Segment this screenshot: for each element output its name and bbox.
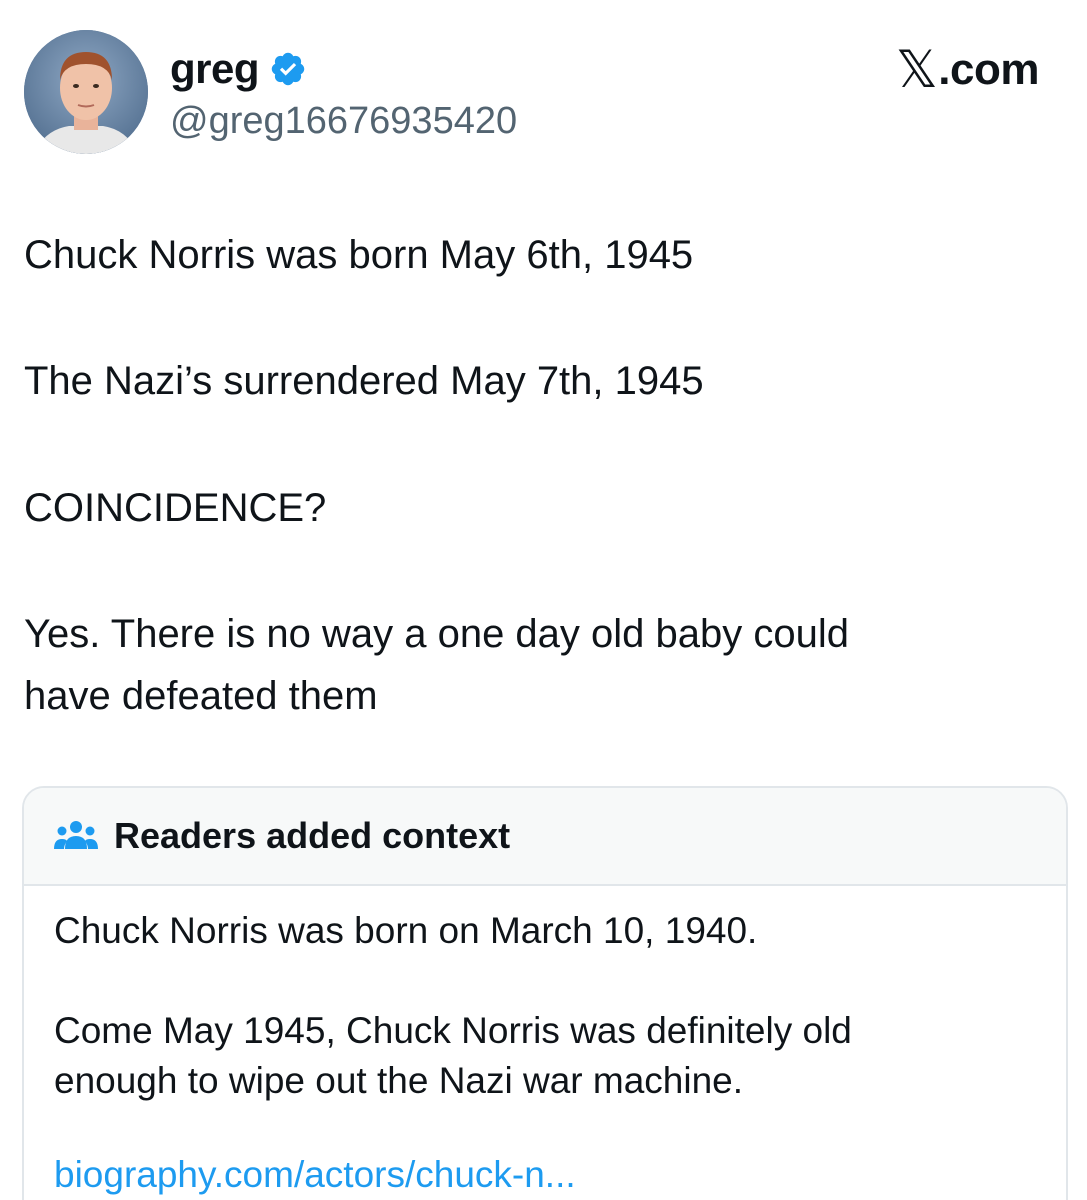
tweet-text-line: The Nazi’s surrendered May 7th, 1945 [24,359,704,403]
community-note-text-line: Come May 1945, Chuck Norris was definite… [54,1010,852,1051]
author-handle[interactable]: @greg16676935420 [170,96,517,146]
tweet-screenshot: greg @greg16676935420 𝕏 .com Chuck Norris… [0,0,1087,1200]
author-display-name[interactable]: greg [170,42,260,96]
community-note-title: Readers added context [114,815,511,856]
brand-suffix: .com [938,45,1039,94]
community-note-header: Readers added context [24,788,1066,886]
author-name-row[interactable]: greg [170,42,307,96]
tweet-text-line: have defeated them [24,674,378,718]
community-note-text-line: enough to wipe out the Nazi war machine. [54,1060,744,1101]
community-note: Readers added context Chuck Norris was b… [22,786,1068,1200]
verified-badge-icon [271,52,305,86]
people-icon [54,821,98,849]
x-logo-icon: 𝕏 [895,41,938,99]
avatar[interactable] [24,30,148,154]
tweet-text-line: Yes. There is no way a one day old baby … [24,612,849,656]
tweet-text-line: Chuck Norris was born May 6th, 1945 [24,233,694,277]
profile-photo-icon [24,30,148,154]
tweet-text-line: COINCIDENCE? [24,486,327,530]
community-note-source-link[interactable]: biography.com/actors/chuck-n... [54,1150,576,1200]
community-note-text-line: Chuck Norris was born on March 10, 1940. [54,910,758,951]
brand-logo: 𝕏 .com [895,40,1040,100]
